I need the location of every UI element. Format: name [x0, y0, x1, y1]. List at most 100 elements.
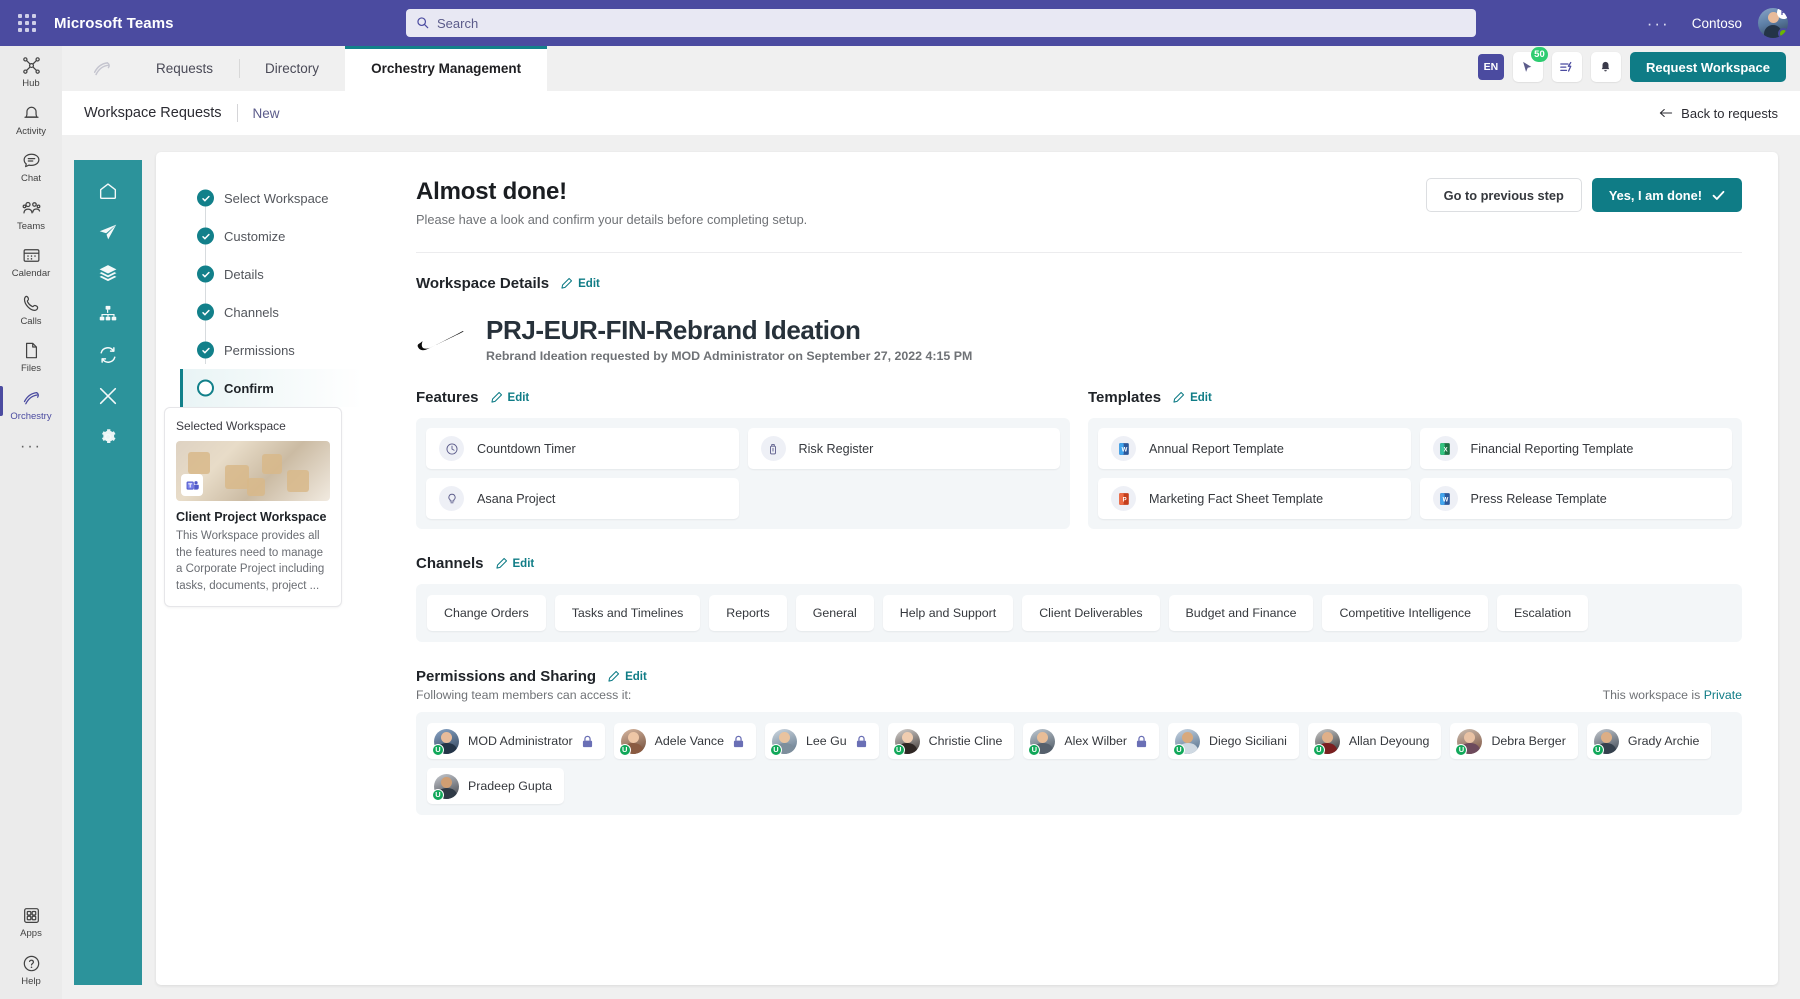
member-chip[interactable]: U Alex Wilber — [1023, 723, 1160, 759]
sidebar-item-chat[interactable]: Chat — [0, 141, 62, 189]
help-icon — [23, 955, 39, 971]
channel-chip[interactable]: Change Orders — [427, 595, 546, 631]
lightning-list-icon — [1560, 61, 1572, 72]
channel-chip[interactable]: Budget and Finance — [1168, 595, 1314, 631]
breadcrumb-main[interactable]: Workspace Requests — [84, 105, 222, 121]
lock-icon — [733, 735, 744, 747]
workspace-privacy-note: This workspace is Private — [1603, 688, 1742, 702]
templates-list: W Annual Report Template X Financial Rep… — [1088, 418, 1742, 529]
avatar: U — [1455, 728, 1483, 756]
channel-chip[interactable]: Reports — [709, 595, 787, 631]
template-marketing-fact-sheet[interactable]: P Marketing Fact Sheet Template — [1098, 478, 1411, 519]
sidebar-item-orchestry[interactable]: Orchestry — [0, 379, 62, 427]
org-chart-icon[interactable] — [97, 303, 119, 325]
feature-countdown-timer[interactable]: Countdown Timer — [426, 428, 739, 469]
step-customize[interactable]: Customize — [180, 217, 362, 255]
yes-i-am-done-button[interactable]: Yes, I am done! — [1591, 178, 1742, 212]
sync-icon[interactable] — [97, 344, 119, 366]
topbar-more-button[interactable]: ··· — [1641, 11, 1676, 36]
tab-orchestry-management[interactable]: Orchestry Management — [345, 46, 548, 91]
gear-icon[interactable] — [97, 426, 119, 448]
channel-chip[interactable]: Client Deliverables — [1022, 595, 1160, 631]
edit-permissions-link[interactable]: Edit — [607, 670, 647, 683]
feature-label: Asana Project — [477, 491, 556, 506]
step-label: Channels — [224, 304, 279, 320]
home-icon[interactable] — [97, 180, 119, 202]
sidebar-label-orchestry: Orchestry — [10, 410, 52, 422]
quick-actions-button[interactable] — [1551, 52, 1582, 82]
yes-i-am-done-label: Yes, I am done! — [1608, 187, 1702, 203]
app-launcher-button[interactable] — [0, 14, 54, 32]
request-workspace-button[interactable]: Request Workspace — [1629, 52, 1786, 82]
back-to-requests-link[interactable]: Back to requests — [1659, 106, 1778, 121]
member-badge: U — [432, 788, 444, 801]
lock-icon — [856, 735, 866, 747]
pencil-icon — [1173, 391, 1185, 403]
member-chip[interactable]: U Christie Cline — [887, 723, 1015, 759]
tab-requests[interactable]: Requests — [130, 46, 239, 91]
avatar: U — [432, 728, 459, 756]
edit-workspace-details-link[interactable]: Edit — [560, 277, 600, 290]
channel-chip[interactable]: Tasks and Timelines — [554, 595, 701, 631]
member-chip[interactable]: U Diego Siciliani — [1168, 723, 1299, 759]
step-confirm[interactable]: Confirm — [180, 369, 362, 407]
channel-chip[interactable]: Help and Support — [882, 595, 1014, 631]
features-list: Countdown Timer Risk Register Asana Proj… — [416, 418, 1070, 529]
template-financial-reporting[interactable]: X Financial Reporting Template — [1419, 428, 1732, 469]
channel-chip[interactable]: Escalation — [1497, 595, 1589, 631]
sidebar-more-button[interactable]: ··· — [20, 438, 42, 456]
edit-label: Edit — [625, 670, 647, 683]
channel-chip[interactable]: Competitive Intelligence — [1322, 595, 1489, 631]
search-icon — [416, 16, 429, 31]
selected-workspace-card[interactable]: Selected Workspace Client Project Worksp… — [164, 407, 342, 607]
search-bar[interactable]: Search — [406, 9, 1476, 37]
send-icon[interactable] — [97, 221, 119, 243]
sidebar-item-activity[interactable]: Activity — [0, 94, 62, 142]
step-channels[interactable]: Channels — [180, 293, 362, 331]
template-press-release[interactable]: W Press Release Template — [1419, 478, 1732, 519]
language-button[interactable]: EN — [1477, 54, 1504, 80]
member-chip[interactable]: U Debra Berger — [1450, 723, 1578, 759]
feature-risk-register[interactable]: Risk Register — [747, 428, 1060, 469]
tab-directory[interactable]: Directory — [239, 46, 345, 91]
bell-icon — [1602, 61, 1610, 71]
go-to-previous-step-button[interactable]: Go to previous step — [1425, 178, 1582, 212]
features-title: Features — [416, 389, 479, 406]
edit-templates-link[interactable]: Edit — [1172, 391, 1212, 404]
sidebar-item-hub[interactable]: Hub — [0, 46, 62, 94]
bell-icon — [23, 106, 39, 118]
user-avatar[interactable]: P — [1758, 8, 1788, 38]
step-permissions[interactable]: Permissions — [180, 331, 362, 369]
permissions-section: Permissions and Sharing Edit Following t… — [416, 668, 1742, 815]
powerpoint-glyph: P — [1118, 492, 1129, 505]
sidebar-item-help[interactable]: Help — [0, 944, 62, 992]
sidebar-item-teams[interactable]: Teams — [0, 189, 62, 237]
member-chip[interactable]: U MOD Administrator — [427, 723, 605, 759]
member-chip[interactable]: U Grady Archie — [1586, 723, 1712, 759]
feature-asana-project[interactable]: Asana Project — [426, 478, 739, 519]
lightbulb-icon — [439, 486, 464, 511]
cursor-button[interactable]: 50 — [1512, 47, 1548, 82]
edit-channels-link[interactable]: Edit — [495, 557, 534, 570]
template-label: Annual Report Template — [1149, 441, 1284, 456]
member-chip[interactable]: U Adele Vance — [613, 723, 757, 759]
sidebar-item-apps[interactable]: Apps — [0, 896, 62, 944]
template-annual-report[interactable]: W Annual Report Template — [1098, 428, 1411, 469]
sidebar-item-calendar[interactable]: Calendar — [0, 236, 62, 284]
layers-icon[interactable] — [97, 262, 119, 284]
member-chip[interactable]: U Allan Deyoung — [1307, 723, 1442, 759]
step-details[interactable]: Details — [180, 255, 362, 293]
sidebar-item-files[interactable]: Files — [0, 331, 62, 379]
channel-chip[interactable]: General — [795, 595, 874, 631]
member-chip[interactable]: U Pradeep Gupta — [427, 768, 565, 804]
edit-features-link[interactable]: Edit — [490, 391, 529, 404]
notifications-button[interactable] — [1590, 52, 1621, 82]
member-chip[interactable]: U Lee Gu — [765, 723, 879, 759]
tools-icon[interactable] — [97, 385, 119, 407]
member-name: Allan Deyoung — [1348, 734, 1430, 748]
sidebar-item-calls[interactable]: Calls — [0, 284, 62, 332]
step-select-workspace[interactable]: Select Workspace — [180, 179, 362, 217]
panel-header: Almost done! Please have a look and conf… — [416, 178, 1742, 227]
member-badge: U — [770, 743, 783, 756]
confirm-panel: Almost done! Please have a look and conf… — [386, 152, 1778, 985]
